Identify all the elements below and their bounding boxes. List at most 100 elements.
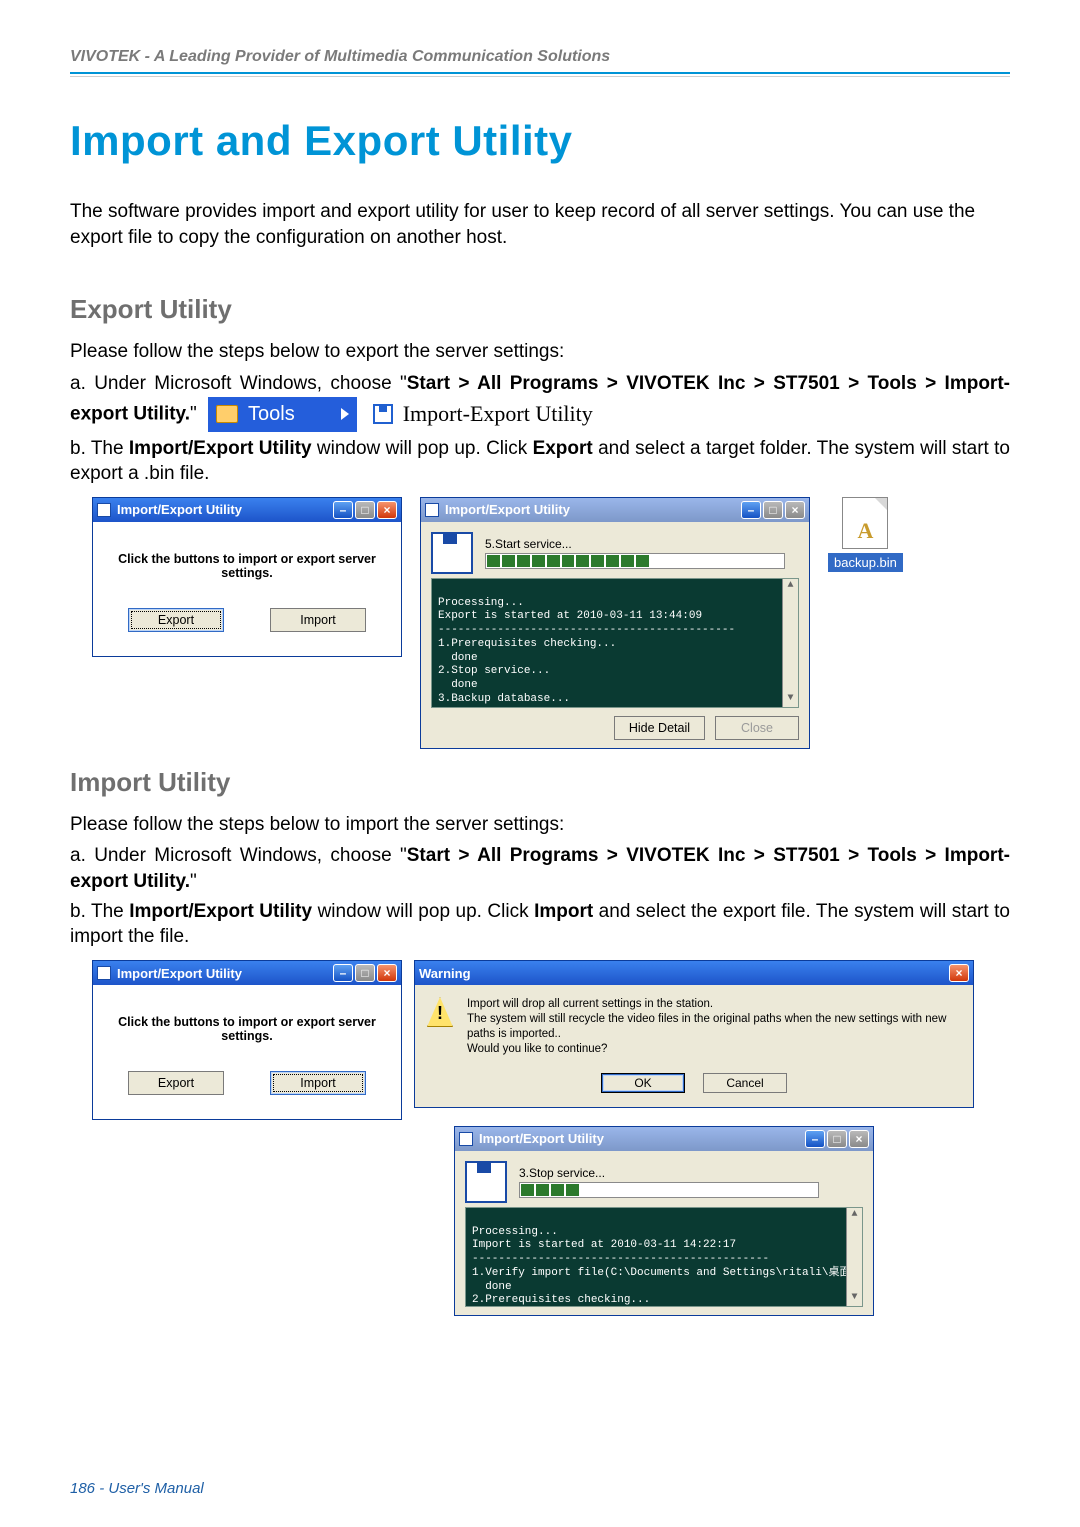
- log-text: Processing... Export is started at 2010-…: [438, 597, 735, 708]
- export-step-b: b. The Import/Export Utility window will…: [70, 436, 1010, 487]
- minimize-button[interactable]: –: [805, 1130, 825, 1148]
- app-icon: [459, 1132, 473, 1146]
- log-box: Processing... Import is started at 2010-…: [465, 1207, 863, 1307]
- export-button[interactable]: Export: [128, 1071, 224, 1095]
- maximize-button[interactable]: □: [355, 501, 375, 519]
- close-button[interactable]: ×: [377, 501, 397, 519]
- window-title: Warning: [419, 966, 471, 981]
- window-title: Import/Export Utility: [445, 502, 570, 517]
- caret-right-icon: [341, 408, 349, 420]
- export-step-b-mid1: window will pop up. Click: [312, 438, 533, 459]
- maximize-button[interactable]: □: [827, 1130, 847, 1148]
- floppy-icon: [431, 532, 473, 574]
- import-button[interactable]: Import: [270, 1071, 366, 1095]
- export-step-b-pre: b. The: [70, 438, 129, 459]
- app-icon: [425, 503, 439, 517]
- titlebar[interactable]: Warning ×: [415, 961, 973, 985]
- import-button[interactable]: Import: [270, 608, 366, 632]
- warning-line3: Would you like to continue?: [467, 1042, 961, 1057]
- header-text: VIVOTEK - A Leading Provider of Multimed…: [70, 48, 1010, 72]
- warning-line2: The system will still recycle the video …: [467, 1012, 961, 1042]
- scroll-down-icon[interactable]: ▼: [786, 692, 794, 707]
- export-screens-row: Import/Export Utility – □ × Click the bu…: [92, 497, 1010, 749]
- app-icon: [97, 966, 111, 980]
- import-step-a-suffix: ": [190, 871, 197, 892]
- intro-paragraph: The software provides import and export …: [70, 199, 1010, 250]
- titlebar[interactable]: Import/Export Utility – □ ×: [93, 498, 401, 522]
- menu-item-tools[interactable]: Tools: [208, 397, 357, 432]
- window-title: Import/Export Utility: [479, 1131, 604, 1146]
- app-icon: [97, 503, 111, 517]
- backup-file-name: backup.bin: [828, 553, 903, 572]
- export-step-b-bold2: Export: [533, 438, 593, 459]
- import-heading: Import Utility: [70, 767, 1010, 798]
- export-step-a-suffix: ": [190, 403, 197, 424]
- accent-rule: [70, 72, 1010, 74]
- minimize-button[interactable]: –: [333, 964, 353, 982]
- ok-button[interactable]: OK: [601, 1073, 685, 1093]
- export-dialog-initial: Import/Export Utility – □ × Click the bu…: [92, 497, 402, 657]
- dialog-instruction: Click the buttons to import or export se…: [105, 1015, 389, 1043]
- close-button[interactable]: ×: [785, 501, 805, 519]
- maximize-button[interactable]: □: [355, 964, 375, 982]
- titlebar[interactable]: Import/Export Utility – □ ×: [421, 498, 809, 522]
- scroll-down-icon[interactable]: ▼: [850, 1291, 858, 1306]
- import-dialog-progress: Import/Export Utility – □ × 3.Stop servi…: [454, 1126, 874, 1316]
- warning-dialog: Warning × ! Import will drop all current…: [414, 960, 974, 1108]
- progress-status: 5.Start service...: [485, 537, 785, 551]
- progress-bar: [519, 1182, 819, 1198]
- floppy-icon: [465, 1161, 507, 1203]
- scrollbar[interactable]: ▲ ▼: [782, 579, 798, 707]
- thin-rule: [70, 76, 1010, 77]
- page-title: Import and Export Utility: [70, 117, 1010, 165]
- import-step-b-mid1: window will pop up. Click: [312, 901, 534, 922]
- backup-file[interactable]: A backup.bin: [828, 497, 903, 572]
- import-step-b-bold1: Import/Export Utility: [129, 901, 312, 922]
- import-screens-row: Import/Export Utility – □ × Click the bu…: [92, 960, 1010, 1316]
- minimize-button[interactable]: –: [333, 501, 353, 519]
- import-step-a-prefix: a. Under Microsoft Windows, choose ": [70, 845, 407, 866]
- dialog-instruction: Click the buttons to import or export se…: [105, 552, 389, 580]
- titlebar[interactable]: Import/Export Utility – □ ×: [455, 1127, 873, 1151]
- import-step-b-pre: b. The: [70, 901, 129, 922]
- export-step-a-prefix: a. Under Microsoft Windows, choose ": [70, 373, 407, 394]
- folder-icon: [216, 405, 238, 423]
- window-title: Import/Export Utility: [117, 502, 242, 517]
- close-button-dialog[interactable]: Close: [715, 716, 799, 740]
- close-button[interactable]: ×: [949, 964, 969, 982]
- export-step-b-bold1: Import/Export Utility: [129, 438, 312, 459]
- menu-ie-label: Import-Export Utility: [403, 399, 593, 429]
- export-lead: Please follow the steps below to export …: [70, 339, 1010, 365]
- minimize-button[interactable]: –: [741, 501, 761, 519]
- log-box: Processing... Export is started at 2010-…: [431, 578, 799, 708]
- menu-item-import-export[interactable]: Import-Export Utility: [373, 399, 593, 429]
- page-footer: 186 - User's Manual: [70, 1480, 204, 1497]
- cancel-button[interactable]: Cancel: [703, 1073, 787, 1093]
- import-step-b-bold2: Import: [534, 901, 593, 922]
- import-dialog-initial: Import/Export Utility – □ × Click the bu…: [92, 960, 402, 1120]
- import-step-b: b. The Import/Export Utility window will…: [70, 899, 1010, 950]
- import-right-stack: Warning × ! Import will drop all current…: [414, 960, 974, 1316]
- scrollbar[interactable]: ▲ ▼: [846, 1208, 862, 1306]
- export-dialog-progress: Import/Export Utility – □ × 5.Start serv…: [420, 497, 810, 749]
- maximize-button[interactable]: □: [763, 501, 783, 519]
- titlebar[interactable]: Import/Export Utility – □ ×: [93, 961, 401, 985]
- progress-bar: [485, 553, 785, 569]
- floppy-icon: [373, 404, 393, 424]
- warning-line1: Import will drop all current settings in…: [467, 997, 961, 1012]
- scroll-up-icon[interactable]: ▲: [786, 579, 794, 594]
- hide-detail-button[interactable]: Hide Detail: [614, 716, 705, 740]
- scroll-up-icon[interactable]: ▲: [850, 1208, 858, 1223]
- progress-status: 3.Stop service...: [519, 1166, 819, 1180]
- export-step-a: a. Under Microsoft Windows, choose "Star…: [70, 371, 1010, 432]
- menu-tools-label: Tools: [248, 401, 295, 428]
- window-title: Import/Export Utility: [117, 966, 242, 981]
- file-icon: A: [842, 497, 888, 549]
- warning-text: Import will drop all current settings in…: [467, 997, 961, 1057]
- import-lead: Please follow the steps below to import …: [70, 812, 1010, 838]
- close-button[interactable]: ×: [377, 964, 397, 982]
- close-button[interactable]: ×: [849, 1130, 869, 1148]
- log-text: Processing... Import is started at 2010-…: [472, 1226, 863, 1307]
- export-button[interactable]: Export: [128, 608, 224, 632]
- warning-icon: !: [427, 997, 453, 1027]
